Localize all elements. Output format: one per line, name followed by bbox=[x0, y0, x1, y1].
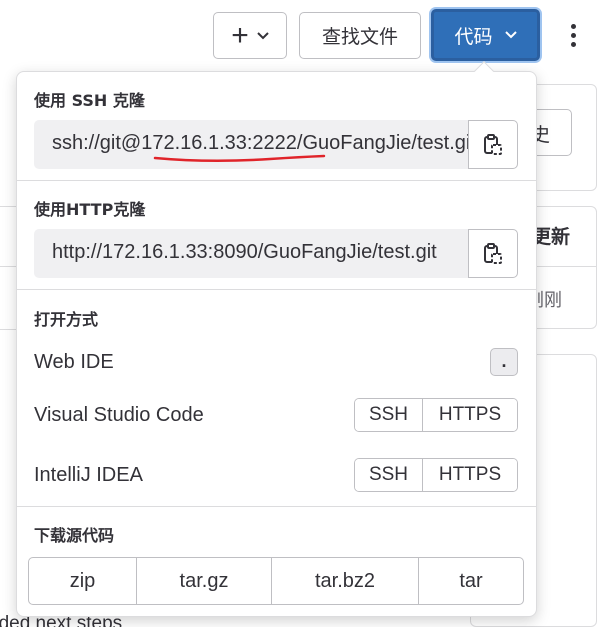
chevron-down-icon bbox=[504, 31, 517, 39]
download-tar-button[interactable]: tar bbox=[419, 558, 523, 604]
intellij-https-button[interactable]: HTTPS bbox=[423, 459, 517, 491]
add-dropdown-button[interactable]: + bbox=[213, 12, 287, 59]
download-format-group: zip tar.gz tar.bz2 tar bbox=[28, 557, 524, 605]
find-file-button[interactable]: 查找文件 bbox=[299, 12, 421, 59]
open-with-title: 打开方式 bbox=[34, 310, 99, 329]
download-tar-bz2-button[interactable]: tar.bz2 bbox=[272, 558, 419, 604]
copy-ssh-url-button[interactable] bbox=[468, 120, 518, 169]
divider bbox=[0, 266, 16, 267]
divider bbox=[0, 329, 16, 330]
copy-http-url-button[interactable] bbox=[468, 229, 518, 278]
section-divider bbox=[17, 180, 536, 181]
intellij-label: IntelliJ IDEA bbox=[34, 464, 143, 486]
http-clone-field: http://172.16.1.33:8090/GuoFangJie/test.… bbox=[34, 229, 518, 278]
copy-icon bbox=[484, 133, 502, 155]
web-ide-label: Web IDE bbox=[34, 351, 114, 373]
intellij-button-group: SSH HTTPS bbox=[354, 458, 518, 492]
more-actions-icon[interactable] bbox=[558, 20, 588, 50]
intellij-ssh-button[interactable]: SSH bbox=[355, 459, 423, 491]
vscode-ssh-button[interactable]: SSH bbox=[355, 399, 423, 431]
section-divider bbox=[17, 289, 536, 290]
code-dropdown-button[interactable]: 代码 bbox=[431, 9, 540, 61]
section-divider bbox=[17, 506, 536, 507]
last-update-header: 更新 bbox=[532, 226, 571, 248]
vscode-https-button[interactable]: HTTPS bbox=[423, 399, 517, 431]
divider bbox=[0, 206, 16, 207]
plus-icon: + bbox=[231, 18, 249, 52]
annotation-underline bbox=[153, 154, 326, 163]
download-zip-button[interactable]: zip bbox=[29, 558, 137, 604]
http-url-input[interactable]: http://172.16.1.33:8090/GuoFangJie/test.… bbox=[34, 229, 468, 278]
code-button-label: 代码 bbox=[454, 25, 493, 48]
download-tar-gz-button[interactable]: tar.gz bbox=[137, 558, 272, 604]
http-clone-title: 使用HTTP克隆 bbox=[34, 200, 146, 219]
vscode-button-group: SSH HTTPS bbox=[354, 398, 518, 432]
chevron-down-icon bbox=[257, 31, 269, 39]
download-source-title: 下载源代码 bbox=[34, 526, 115, 545]
vscode-label: Visual Studio Code bbox=[34, 404, 204, 426]
open-web-ide-button[interactable]: . bbox=[490, 348, 518, 376]
copy-icon bbox=[484, 242, 502, 264]
ssh-clone-title: 使用 SSH 克隆 bbox=[34, 91, 145, 110]
